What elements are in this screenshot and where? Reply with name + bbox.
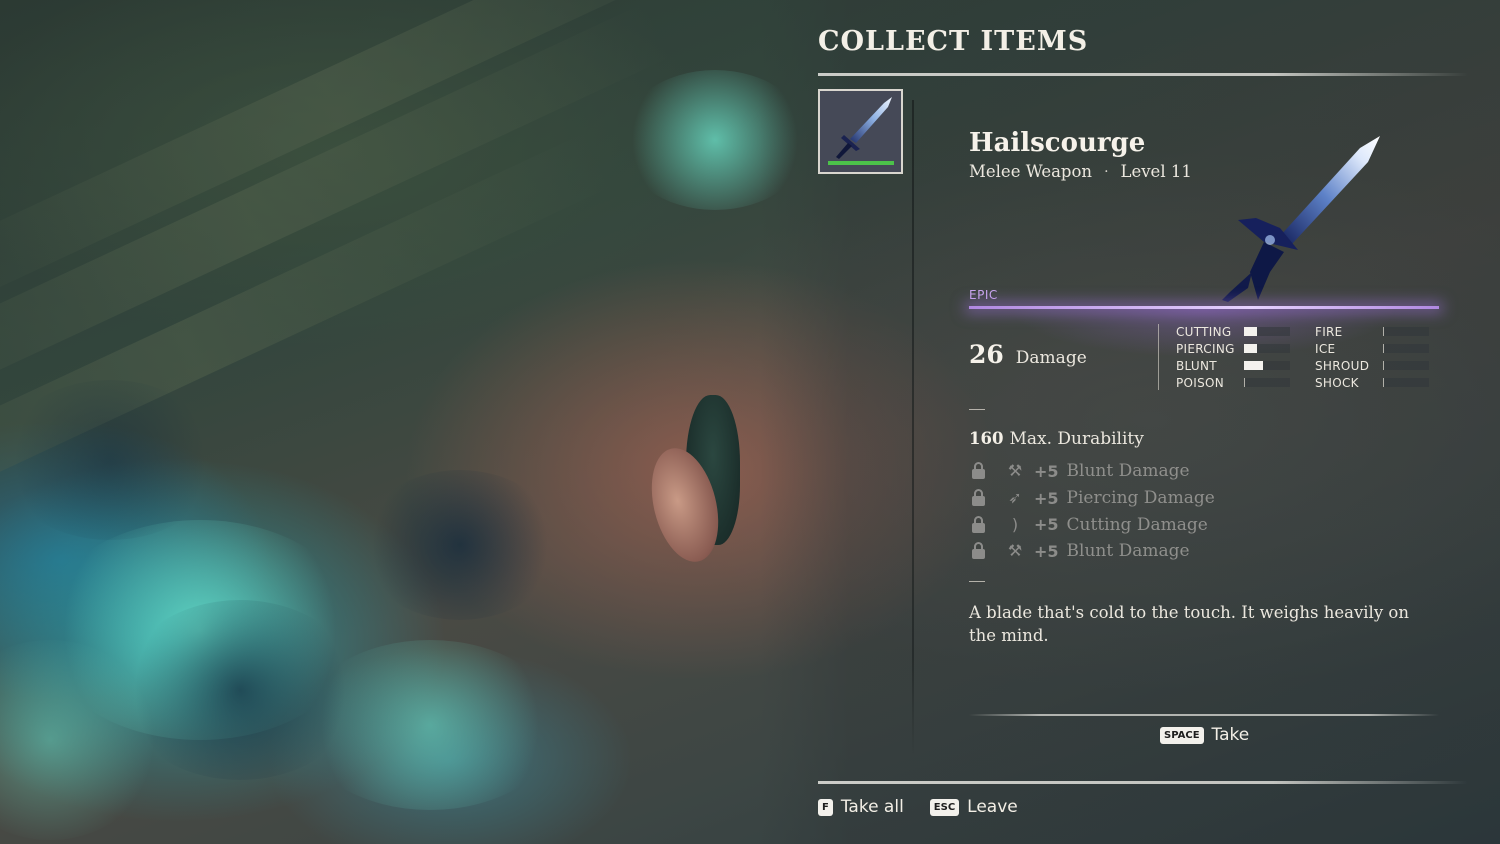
durability-bar bbox=[828, 161, 894, 165]
rarity-divider bbox=[969, 306, 1439, 309]
durability-stat: 160 Max. Durability bbox=[969, 429, 1144, 449]
stat-bar-fill bbox=[1244, 361, 1264, 370]
item-level: Level 11 bbox=[1120, 162, 1192, 181]
lock-icon bbox=[970, 515, 992, 534]
footer-divider bbox=[818, 781, 1468, 784]
stat-bar-fill bbox=[1244, 344, 1257, 353]
leave-button[interactable]: ESC Leave bbox=[929, 797, 1018, 817]
perk-item: ⚒ +5 Blunt Damage bbox=[970, 538, 1215, 565]
perk-item: ) +5 Cutting Damage bbox=[970, 511, 1215, 538]
subtitle-separator: · bbox=[1104, 163, 1109, 180]
space-key-icon: SPACE bbox=[1160, 726, 1204, 744]
panel-title: COLLECT ITEMS bbox=[818, 26, 1089, 57]
damage-type-stats-left: CUTTING PIERCING BLUNT POISON bbox=[1176, 324, 1296, 392]
item-description: A blade that's cold to the touch. It wei… bbox=[969, 603, 1409, 645]
stat-row-shroud: SHROUD bbox=[1315, 358, 1435, 375]
take-all-label: Take all bbox=[840, 797, 904, 817]
item-name: Hailscourge bbox=[969, 128, 1146, 158]
arrow-icon: ➶ bbox=[1008, 488, 1022, 508]
durability-value: 160 bbox=[969, 429, 1004, 448]
hammer-icon: ⚒ bbox=[1007, 461, 1023, 481]
stat-bar-fill bbox=[1244, 327, 1257, 336]
lock-icon bbox=[970, 462, 992, 480]
game-scene-background bbox=[0, 0, 1500, 844]
sword-thumbnail-icon bbox=[836, 97, 892, 159]
stat-row-piercing: PIERCING bbox=[1176, 341, 1296, 358]
stat-row-ice: ICE bbox=[1315, 341, 1435, 358]
section-dash bbox=[969, 581, 985, 582]
item-slot-hailscourge[interactable] bbox=[818, 89, 903, 174]
stat-row-fire: FIRE bbox=[1315, 324, 1435, 341]
panel-vertical-divider bbox=[912, 100, 914, 755]
damage-value: 26 bbox=[969, 340, 1004, 369]
stat-row-shock: SHOCK bbox=[1315, 375, 1435, 392]
lock-icon bbox=[970, 542, 992, 560]
stat-row-cutting: CUTTING bbox=[1176, 324, 1296, 341]
header-divider bbox=[818, 73, 1468, 76]
take-button[interactable]: SPACE Take bbox=[1160, 725, 1249, 745]
perk-item: ⚒ +5 Blunt Damage bbox=[970, 458, 1215, 485]
esc-key-icon: ESC bbox=[929, 798, 960, 816]
damage-stat: 26 Damage bbox=[969, 340, 1087, 369]
stat-row-poison: POISON bbox=[1176, 375, 1296, 392]
damage-type-stats-right: FIRE ICE SHROUD SHOCK bbox=[1315, 324, 1435, 392]
f-key-icon: F bbox=[818, 798, 833, 816]
rarity-label: EPIC bbox=[969, 288, 998, 302]
item-type: Melee Weapon bbox=[969, 162, 1093, 181]
stats-divider bbox=[1158, 324, 1159, 390]
stat-row-blunt: BLUNT bbox=[1176, 358, 1296, 375]
hammer-icon: ⚒ bbox=[1007, 541, 1023, 561]
durability-label: Max. Durability bbox=[1009, 429, 1144, 449]
perk-list: ⚒ +5 Blunt Damage ➶ +5 Piercing Damage )… bbox=[970, 458, 1215, 565]
perk-item: ➶ +5 Piercing Damage bbox=[970, 485, 1215, 512]
take-all-button[interactable]: F Take all bbox=[818, 797, 904, 817]
leave-label: Leave bbox=[967, 797, 1018, 817]
slash-icon: ) bbox=[1011, 514, 1019, 534]
damage-label: Damage bbox=[1015, 348, 1087, 368]
action-divider bbox=[969, 714, 1439, 716]
item-subtitle: Melee Weapon · Level 11 bbox=[969, 162, 1192, 181]
footer-actions: F Take all ESC Leave bbox=[818, 797, 1018, 817]
lock-icon bbox=[970, 489, 992, 507]
sword-preview-image bbox=[1222, 136, 1380, 302]
take-label: Take bbox=[1211, 725, 1250, 745]
section-dash bbox=[969, 409, 985, 410]
player-character bbox=[640, 395, 760, 575]
